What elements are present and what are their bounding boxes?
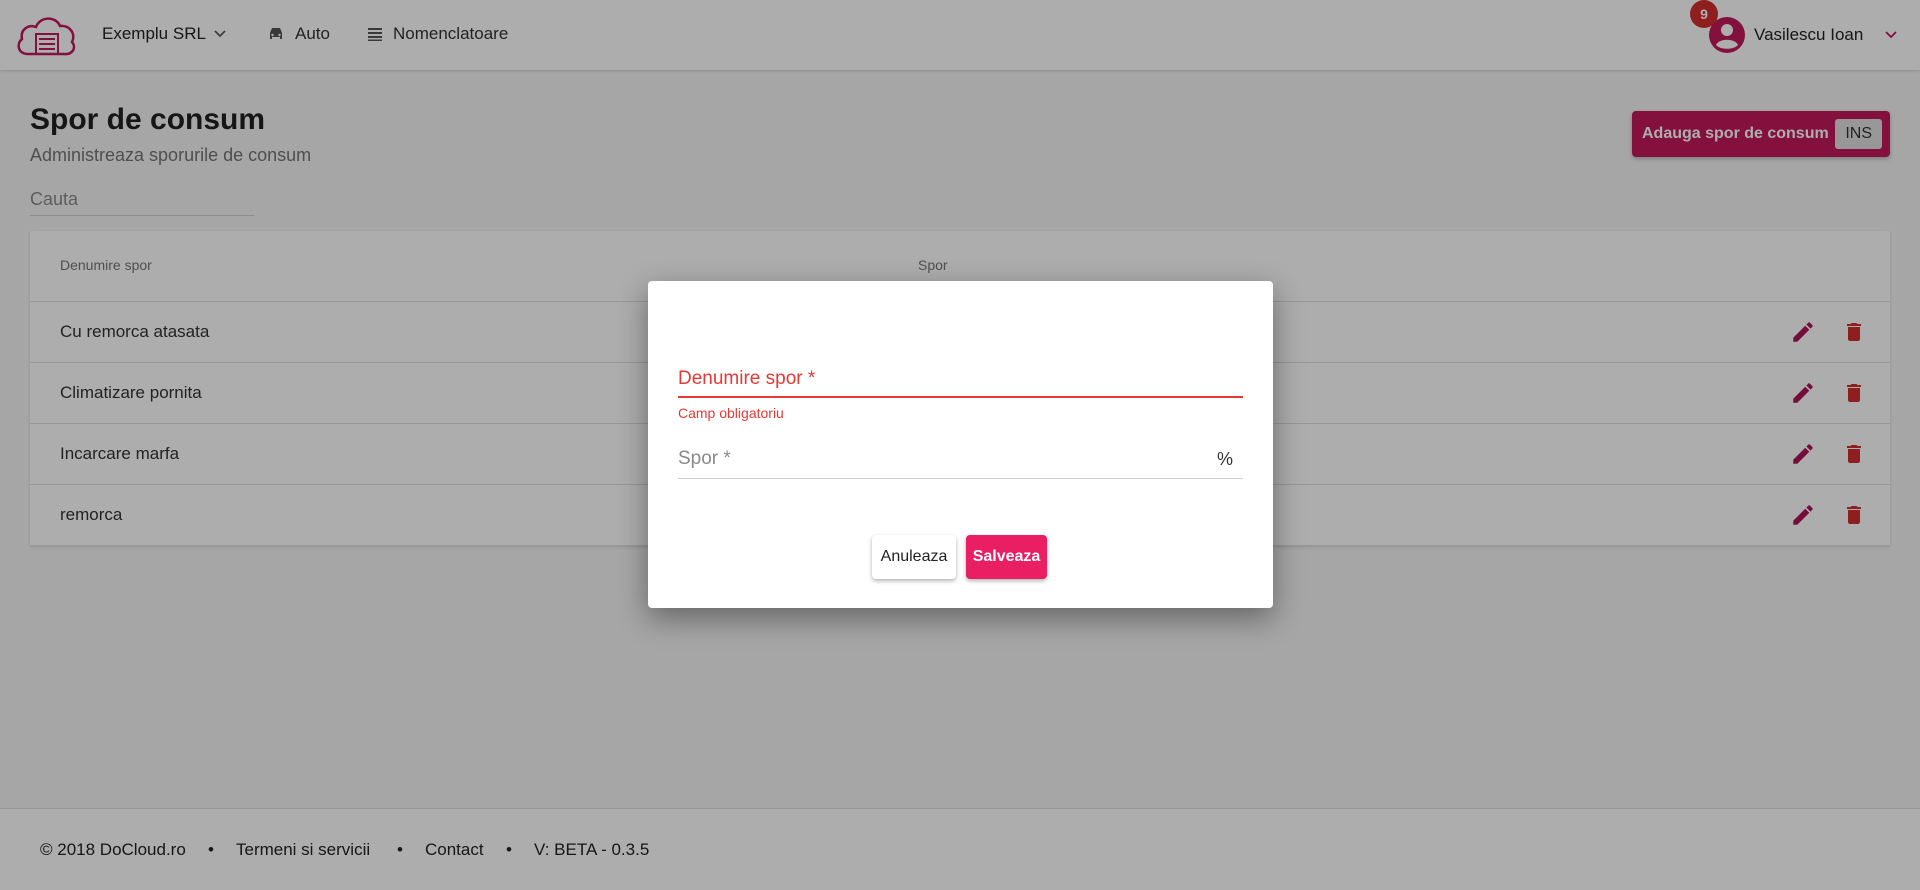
denumire-spor-field[interactable]: Denumire spor * bbox=[678, 361, 1243, 398]
save-button[interactable]: Salveaza bbox=[966, 535, 1047, 579]
spor-field[interactable]: Spor * % bbox=[678, 441, 1243, 479]
cancel-button[interactable]: Anuleaza bbox=[872, 535, 956, 579]
add-spor-dialog: Denumire spor * Camp obligatoriu Spor * … bbox=[648, 281, 1273, 608]
denumire-spor-label: Denumire spor * bbox=[678, 368, 816, 389]
denumire-spor-error: Camp obligatoriu bbox=[678, 405, 784, 421]
percent-suffix: % bbox=[1216, 449, 1233, 469]
spor-label: Spor * bbox=[678, 448, 731, 469]
